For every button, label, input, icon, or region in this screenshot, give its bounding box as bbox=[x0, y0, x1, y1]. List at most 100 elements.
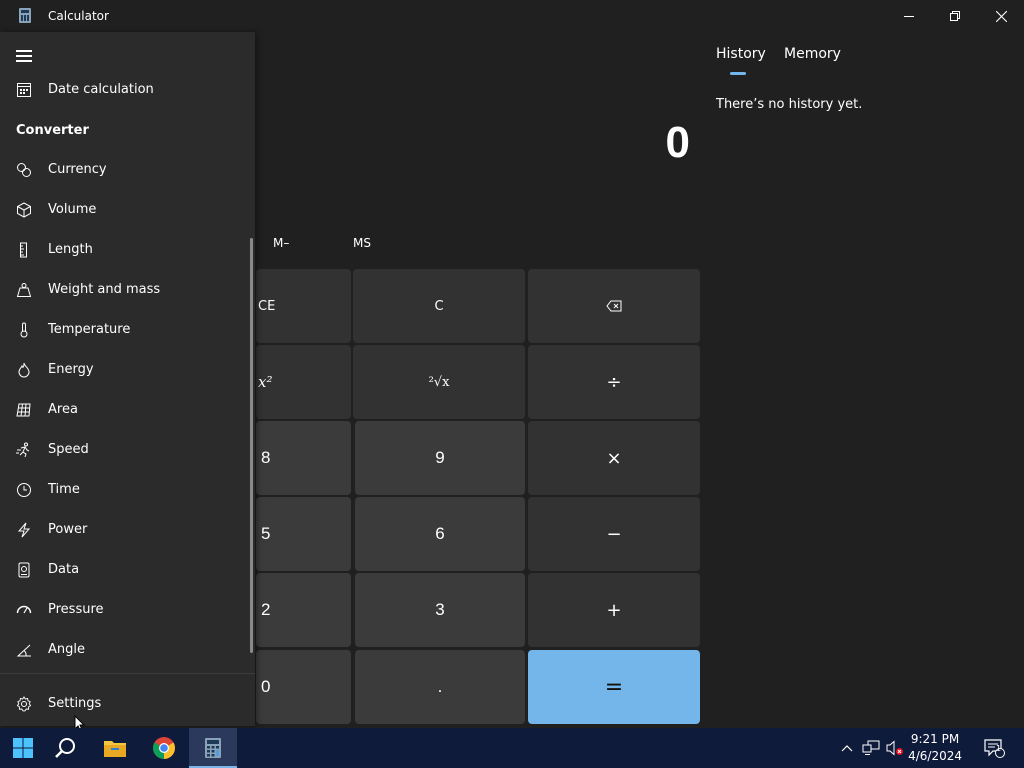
nav-item-currency[interactable]: Currency bbox=[0, 150, 250, 190]
network-icon bbox=[862, 740, 880, 755]
nav-item-label: Date calculation bbox=[48, 82, 154, 97]
ruler-icon bbox=[20, 242, 27, 258]
nav-item-label: Speed bbox=[48, 442, 89, 457]
currency-icon bbox=[17, 163, 31, 177]
divide-button[interactable]: ÷ bbox=[528, 345, 700, 419]
memory-store-button[interactable]: MS bbox=[353, 236, 371, 250]
start-button[interactable] bbox=[0, 728, 46, 768]
digit-2-button[interactable]: 2 bbox=[256, 573, 351, 647]
nav-item-date-calculation[interactable]: Date calculation bbox=[0, 70, 250, 110]
nav-item-label: Settings bbox=[48, 696, 102, 711]
data-storage-icon bbox=[18, 562, 30, 578]
add-button[interactable]: + bbox=[528, 573, 700, 647]
close-button[interactable] bbox=[978, 0, 1024, 32]
close-icon bbox=[995, 10, 1007, 22]
tab-memory[interactable]: Memory bbox=[784, 46, 841, 62]
network-button[interactable] bbox=[860, 728, 882, 768]
window-title: Calculator bbox=[48, 9, 109, 23]
square-root-button[interactable]: ²√x bbox=[353, 345, 525, 419]
title-bar: Calculator bbox=[0, 0, 1024, 32]
clear-entry-button[interactable]: CE bbox=[256, 269, 351, 343]
drawer-scrollbar[interactable] bbox=[250, 238, 253, 653]
nav-item-label: Area bbox=[48, 402, 78, 417]
nav-item-power[interactable]: Power bbox=[0, 510, 250, 550]
clear-button[interactable]: C bbox=[353, 269, 525, 343]
gauge-icon bbox=[16, 605, 32, 614]
digit-3-button[interactable]: 3 bbox=[355, 573, 525, 647]
memory-subtract-button[interactable]: M– bbox=[273, 236, 289, 250]
windows-logo-icon bbox=[13, 738, 33, 758]
nav-item-area[interactable]: Area bbox=[0, 390, 250, 430]
notifications-button[interactable]: 1 bbox=[974, 728, 1014, 768]
notification-count: 1 bbox=[996, 744, 1002, 753]
nav-item-speed[interactable]: Speed bbox=[0, 430, 250, 470]
backspace-button[interactable] bbox=[528, 269, 700, 343]
square-button[interactable]: x² bbox=[256, 345, 351, 419]
nav-item-label: Weight and mass bbox=[48, 282, 161, 297]
nav-item-energy[interactable]: Energy bbox=[0, 350, 250, 390]
notification-icon bbox=[984, 739, 1005, 758]
chrome-icon bbox=[153, 737, 175, 759]
taskbar-chrome[interactable] bbox=[141, 728, 187, 768]
digit-5-button[interactable]: 5 bbox=[256, 497, 351, 571]
nav-item-angle[interactable]: Angle bbox=[0, 630, 250, 670]
taskbar-clock[interactable]: 9:21 PM 4/6/2024 bbox=[908, 731, 962, 765]
nav-item-time[interactable]: Time bbox=[0, 470, 250, 510]
digit-9-button[interactable]: 9 bbox=[355, 421, 525, 495]
nav-item-temperature[interactable]: Temperature bbox=[0, 310, 250, 350]
nav-item-label: Data bbox=[48, 562, 80, 577]
hamburger-menu-icon[interactable] bbox=[16, 50, 32, 62]
nav-item-label: Pressure bbox=[48, 602, 104, 617]
lightning-icon bbox=[17, 522, 31, 538]
digit-8-button[interactable]: 8 bbox=[256, 421, 351, 495]
nav-item-label: Energy bbox=[48, 362, 94, 377]
history-empty-message: There’s no history yet. bbox=[716, 97, 863, 112]
converter-heading: Converter bbox=[16, 123, 89, 138]
nav-item-label: Currency bbox=[48, 162, 107, 177]
gear-icon bbox=[16, 696, 32, 712]
restore-icon bbox=[950, 11, 960, 21]
volume-button[interactable] bbox=[884, 728, 906, 768]
taskbar: 9:21 PM 4/6/2024 1 bbox=[0, 728, 1024, 768]
digit-0-button[interactable]: 0 bbox=[256, 650, 351, 724]
active-tab-indicator bbox=[730, 72, 746, 75]
volume-cube-icon bbox=[17, 202, 31, 218]
restore-button[interactable] bbox=[932, 0, 978, 32]
search-icon bbox=[55, 738, 75, 758]
equals-button[interactable]: = bbox=[528, 650, 700, 724]
nav-item-weight-and-mass[interactable]: Weight and mass bbox=[0, 270, 250, 310]
taskbar-calculator[interactable] bbox=[189, 728, 237, 768]
nav-item-label: Angle bbox=[48, 642, 85, 657]
clock-date: 4/6/2024 bbox=[908, 749, 962, 763]
minimize-icon bbox=[904, 16, 914, 17]
nav-item-settings[interactable]: Settings bbox=[0, 684, 250, 724]
minimize-button[interactable] bbox=[886, 0, 932, 32]
digit-6-button[interactable]: 6 bbox=[355, 497, 525, 571]
clock-time: 9:21 PM bbox=[910, 732, 960, 746]
nav-item-label: Time bbox=[48, 482, 80, 497]
nav-item-label: Volume bbox=[48, 202, 97, 217]
folder-icon bbox=[104, 741, 126, 757]
clock-icon bbox=[17, 483, 31, 497]
subtract-button[interactable]: − bbox=[528, 497, 700, 571]
taskbar-file-explorer[interactable] bbox=[92, 728, 138, 768]
speaker-muted-icon bbox=[886, 740, 903, 756]
nav-item-label: Power bbox=[48, 522, 88, 537]
nav-item-volume[interactable]: Volume bbox=[0, 190, 250, 230]
nav-item-length[interactable]: Length bbox=[0, 230, 250, 270]
show-hidden-icons-button[interactable] bbox=[838, 728, 856, 768]
weight-icon bbox=[16, 283, 32, 297]
tab-history[interactable]: History bbox=[716, 46, 766, 62]
nav-item-pressure[interactable]: Pressure bbox=[0, 590, 250, 630]
angle-icon bbox=[16, 644, 31, 657]
flame-icon bbox=[18, 362, 30, 378]
thermometer-icon bbox=[20, 322, 28, 338]
calculator-app-icon bbox=[19, 8, 31, 23]
navigation-drawer: Date calculation Converter Currency Volu… bbox=[0, 32, 255, 726]
taskbar-search-button[interactable] bbox=[42, 728, 88, 768]
multiply-button[interactable]: × bbox=[528, 421, 700, 495]
drawer-divider bbox=[0, 673, 255, 674]
nav-item-data[interactable]: Data bbox=[0, 550, 250, 590]
nav-item-label: Length bbox=[48, 242, 93, 257]
decimal-button[interactable]: . bbox=[355, 650, 525, 724]
